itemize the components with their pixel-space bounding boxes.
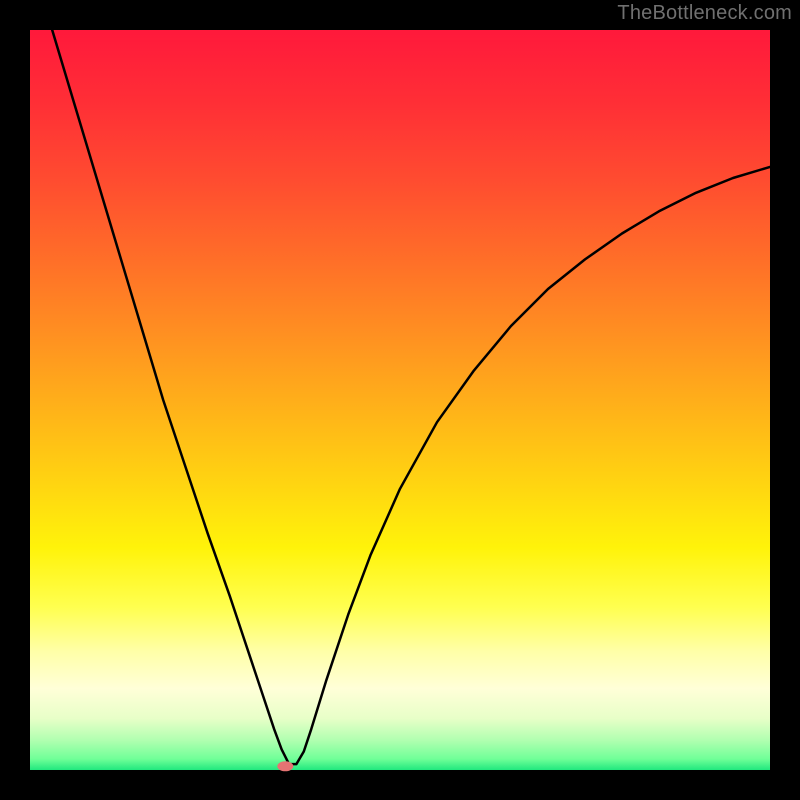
watermark-text: TheBottleneck.com [617,2,792,25]
minimum-marker [277,761,293,771]
chart-frame: TheBottleneck.com [0,0,800,800]
bottleneck-chart [0,0,800,800]
plot-background [30,30,770,770]
